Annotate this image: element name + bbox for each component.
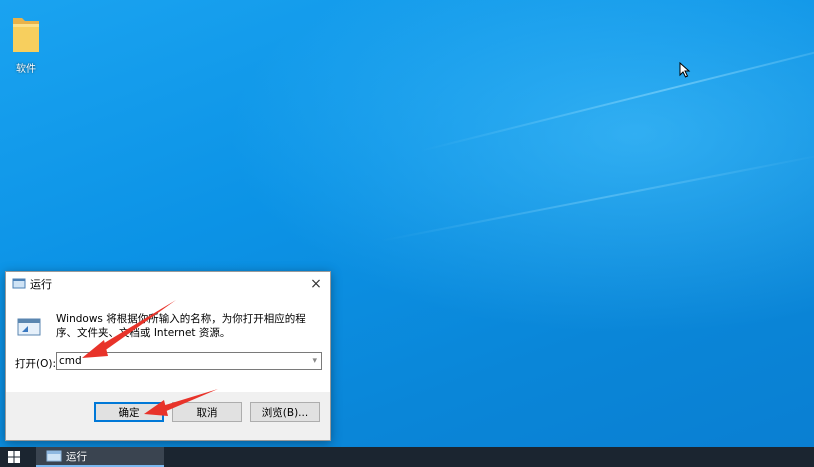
open-label: 打开(O): [15, 358, 56, 370]
run-dialog-content: Windows 将根据你所输入的名称，为你打开相应的程序、文件夹、文档或 Int… [6, 296, 330, 392]
mouse-cursor-icon [679, 62, 691, 78]
desktop-icon-software-folder[interactable]: 软件 [4, 12, 48, 75]
cancel-button[interactable]: 取消 [172, 402, 242, 422]
folder-icon [13, 18, 39, 52]
run-dialog-button-bar: 确定 取消 浏览(B)... [6, 392, 330, 440]
run-dialog: 运行 × Windows 将根据你所输入的名称，为你打开相应的程序、文件夹、文档… [5, 271, 331, 441]
desktop-icon-label: 软件 [16, 64, 36, 75]
run-dialog-description: Windows 将根据你所输入的名称，为你打开相应的程序、文件夹、文档或 Int… [56, 313, 306, 339]
taskbar-item-run[interactable]: 运行 [36, 447, 164, 467]
taskbar: 运行 [0, 447, 814, 467]
open-input-value[interactable]: cmd [59, 355, 82, 367]
run-program-icon [17, 318, 41, 336]
chevron-down-icon[interactable]: ▾ [312, 356, 319, 366]
start-button[interactable] [0, 447, 28, 467]
open-combobox[interactable]: cmd ▾ [56, 352, 322, 370]
ok-button[interactable]: 确定 [94, 402, 164, 422]
run-dialog-title: 运行 [30, 278, 52, 291]
close-button[interactable]: × [302, 272, 330, 296]
browse-button[interactable]: 浏览(B)... [250, 402, 320, 422]
close-icon: × [310, 276, 322, 292]
run-icon [12, 278, 26, 289]
windows-logo-icon [8, 451, 20, 463]
run-icon [46, 450, 62, 462]
run-dialog-titlebar[interactable]: 运行 × [6, 272, 330, 296]
wallpaper-light-beam [379, 152, 814, 242]
taskbar-item-label: 运行 [66, 450, 87, 463]
wallpaper-light-beam [419, 24, 814, 152]
